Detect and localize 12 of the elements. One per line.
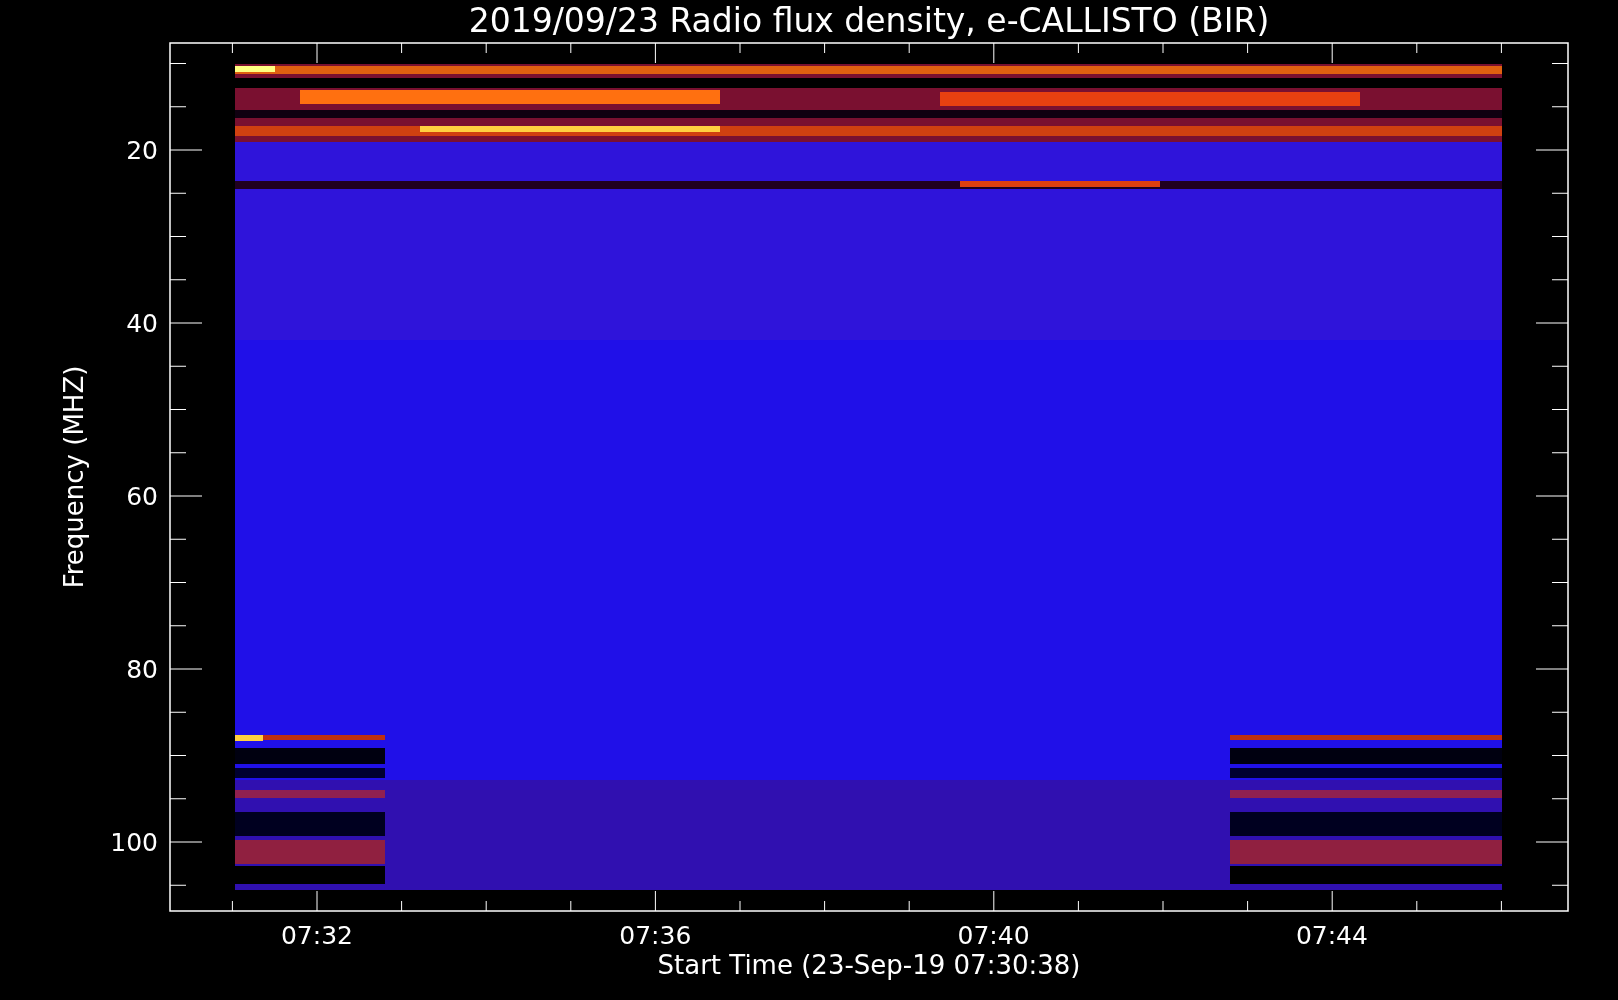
y-tick-label: 80 — [126, 655, 158, 684]
y-tick-label: 60 — [126, 482, 158, 511]
x-tick-label: 07:32 — [281, 921, 353, 950]
x-tick-label: 07:44 — [1295, 921, 1368, 950]
x-tick-label: 07:40 — [957, 921, 1030, 950]
x-axis-label: Start Time (23-Sep-19 07:30:38) — [657, 950, 1081, 980]
chart-title: 2019/09/23 Radio flux density, e-CALLISTO (BIR) — [468, 1, 1270, 40]
y-tick-label: 100 — [110, 828, 158, 857]
y-tick-label: 20 — [126, 136, 158, 165]
y-axis-label: Frequency (MHZ) — [59, 365, 89, 589]
x-tick-label: 07:36 — [619, 921, 692, 950]
y-tick-label: 40 — [126, 309, 158, 338]
